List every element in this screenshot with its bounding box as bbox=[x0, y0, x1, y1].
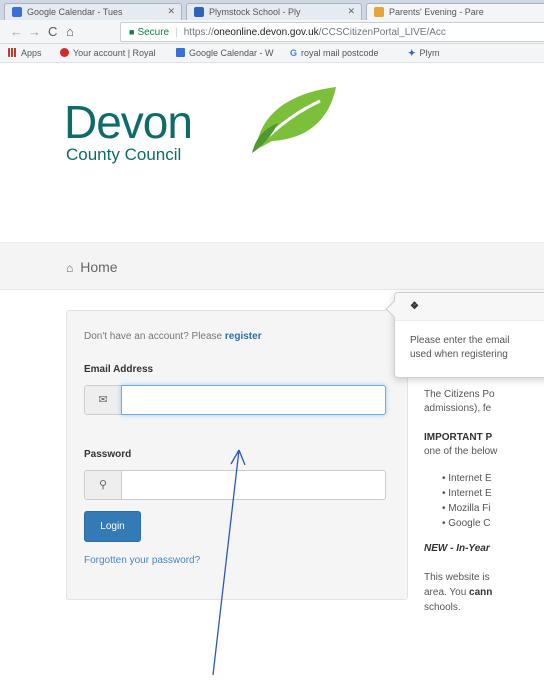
browser-tab-plymstock-school[interactable]: Plymstock School - Ply ✕ bbox=[186, 3, 362, 20]
google-g-icon: G bbox=[290, 48, 298, 58]
logo-wordmark: Devon bbox=[64, 96, 193, 148]
reload-icon[interactable]: C bbox=[48, 23, 57, 41]
popover-header: ❖ bbox=[395, 293, 544, 321]
info-text-bold: cann bbox=[469, 587, 493, 598]
register-link[interactable]: register bbox=[225, 331, 262, 342]
important-heading: IMPORTANT P bbox=[424, 432, 493, 443]
tab-label: Google Calendar - Tues bbox=[27, 7, 123, 17]
bookmark-label: Apps bbox=[21, 48, 42, 58]
browser-tab-strip: Google Calendar - Tues ✕ Plymstock Schoo… bbox=[0, 0, 544, 20]
email-field[interactable] bbox=[121, 385, 386, 415]
address-separator: | bbox=[175, 27, 178, 38]
bookmark-label: Google Calendar - W bbox=[189, 48, 274, 58]
browser-toolbar: ← → C ⌂ ■ Secure | https://oneonline.devon.… bbox=[0, 20, 544, 44]
school-icon bbox=[194, 7, 204, 17]
back-arrow-icon[interactable]: ← bbox=[10, 23, 23, 41]
browser-tab-parents-evening[interactable]: Parents' Evening - Pare bbox=[366, 3, 544, 20]
lock-icon: ■ bbox=[129, 27, 135, 37]
school-icon: ✦ bbox=[408, 48, 416, 58]
url-scheme: https:// bbox=[183, 27, 214, 38]
info-paragraph-line: The Citizens Po bbox=[424, 389, 495, 400]
breadcrumb-home[interactable]: ⌂ Home bbox=[66, 259, 118, 275]
bookmark-plym[interactable]: ✦ Plym bbox=[408, 48, 440, 59]
info-paragraph-line: schools. bbox=[424, 602, 461, 613]
breadcrumb: ⌂ Home bbox=[0, 242, 544, 290]
url-path: /CCSCitizenPortal_LIVE/Acc bbox=[318, 27, 446, 38]
browser-list-item-label: Google C bbox=[448, 518, 491, 529]
close-icon[interactable]: ✕ bbox=[167, 6, 175, 17]
close-icon[interactable]: ✕ bbox=[347, 6, 355, 17]
logo-subtitle: County Council bbox=[66, 145, 182, 164]
tab-label: Parents' Evening - Pare bbox=[389, 7, 484, 17]
password-input-group: ⚲ bbox=[84, 470, 386, 500]
tab-label: Plymstock School - Ply bbox=[209, 7, 301, 17]
popover-line: used when registering bbox=[410, 349, 508, 360]
browser-list-item-label: Internet E bbox=[448, 488, 492, 499]
password-label: Password bbox=[84, 449, 132, 460]
browser-list-item: • Mozilla Fi bbox=[442, 503, 491, 514]
info-paragraph-line: admissions), fe bbox=[424, 403, 492, 414]
login-panel: Don't have an account? Please register E… bbox=[66, 310, 408, 600]
key-icon: ⚲ bbox=[84, 470, 122, 500]
in-year-heading: NEW - In-Year bbox=[424, 543, 490, 554]
browser-list-item-label: Mozilla Fi bbox=[448, 503, 491, 514]
envelope-icon: ✉ bbox=[84, 385, 122, 415]
email-help-popover: ❖ Please enter the email used when regis… bbox=[385, 292, 544, 378]
info-paragraph-line: one of the below bbox=[424, 446, 498, 457]
home-button-icon[interactable]: ⌂ bbox=[66, 23, 74, 41]
browser-list-item: • Google C bbox=[442, 518, 491, 529]
home-icon: ⌂ bbox=[66, 261, 74, 275]
bookmark-google-calendar[interactable]: Google Calendar - W bbox=[176, 48, 274, 58]
forgot-password-link[interactable]: Forgotten your password? bbox=[84, 555, 200, 566]
popover-line: Please enter the email bbox=[410, 335, 510, 346]
browser-list-item: • Internet E bbox=[442, 488, 492, 499]
url-domain: oneonline.devon.gov.uk bbox=[213, 27, 319, 38]
bookmark-royal-mail-postcode[interactable]: Groyal mail postcode bbox=[290, 48, 379, 58]
leaf-icon bbox=[252, 87, 336, 153]
calendar-icon bbox=[176, 48, 185, 57]
browser-list-item: • Internet E bbox=[442, 473, 492, 484]
browser-tab-google-calendar[interactable]: Google Calendar - Tues ✕ bbox=[4, 3, 182, 20]
apps-grid-icon bbox=[8, 48, 17, 57]
register-prompt: Don't have an account? Please register bbox=[84, 331, 262, 342]
email-input-group: ✉ bbox=[84, 385, 386, 415]
address-bar[interactable]: ■ Secure | https://oneonline.devon.gov.uk/C… bbox=[120, 22, 544, 42]
email-label: Email Address bbox=[84, 364, 154, 375]
calendar-icon bbox=[12, 7, 22, 17]
bookmark-label: royal mail postcode bbox=[301, 48, 379, 58]
info-text-fragment: area. You bbox=[424, 587, 470, 598]
register-prompt-text: Don't have an account? Please bbox=[84, 331, 225, 342]
forward-arrow-icon[interactable]: → bbox=[28, 23, 41, 41]
royal-mail-icon bbox=[60, 48, 69, 57]
info-paragraph-line: area. You cann bbox=[424, 587, 492, 598]
screenshot-root: Google Calendar - Tues ✕ Plymstock Schoo… bbox=[0, 0, 544, 682]
secure-label: Secure bbox=[137, 27, 170, 38]
bookmark-royal-mail-account[interactable]: Your account | Royal bbox=[60, 48, 156, 58]
login-button[interactable]: Login bbox=[84, 511, 141, 542]
bookmarks-bar: Apps Your account | Royal Google Calenda… bbox=[0, 44, 544, 63]
password-field[interactable] bbox=[121, 470, 386, 500]
info-paragraph-line: This website is bbox=[424, 572, 490, 583]
info-icon: ❖ bbox=[410, 301, 419, 312]
bookmark-label: Your account | Royal bbox=[73, 48, 156, 58]
bookmark-apps[interactable]: Apps bbox=[8, 48, 42, 58]
popover-body: Please enter the email used when registe… bbox=[410, 334, 510, 362]
parents-evening-icon bbox=[374, 7, 384, 17]
breadcrumb-home-label: Home bbox=[80, 259, 118, 275]
browser-list-item-label: Internet E bbox=[448, 473, 492, 484]
bookmark-label: Plym bbox=[419, 48, 440, 58]
